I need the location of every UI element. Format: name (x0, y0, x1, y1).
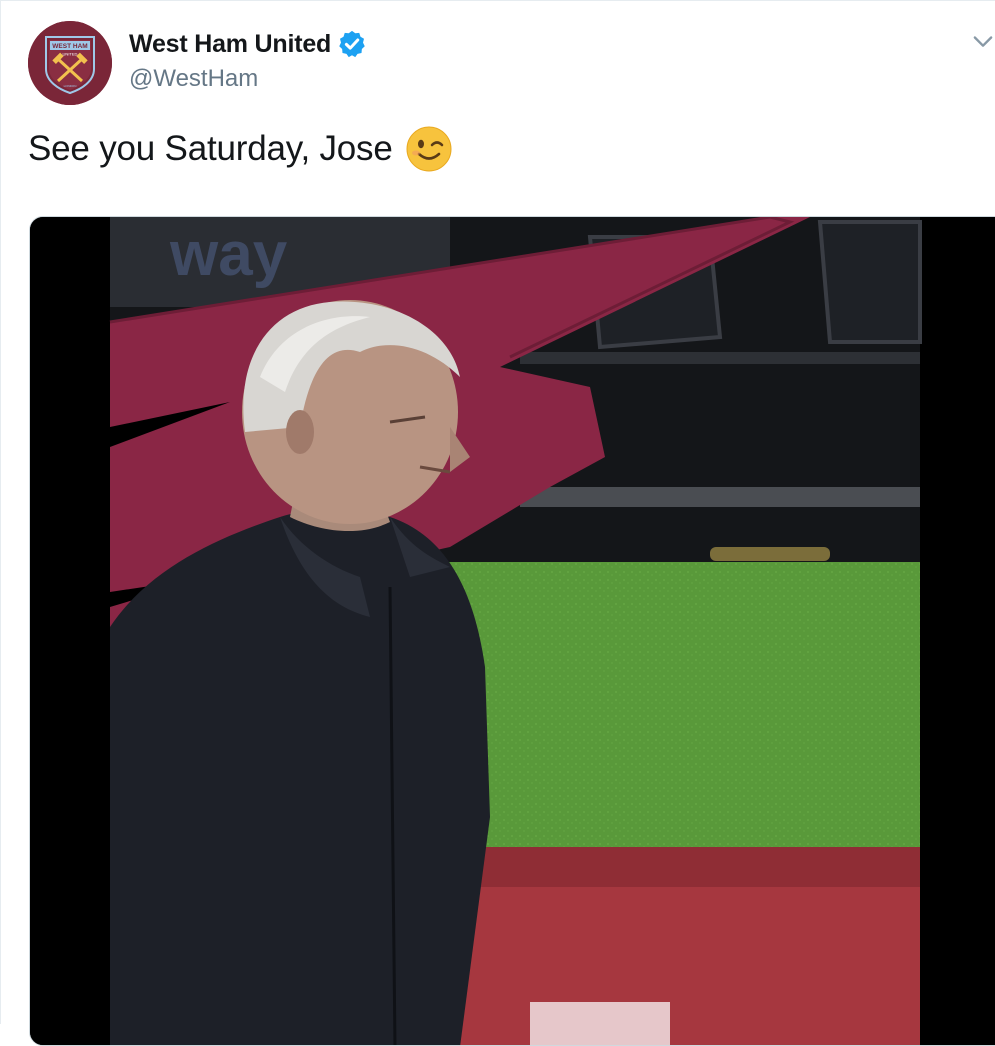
author-name-row: West Ham United (129, 29, 367, 59)
display-name[interactable]: West Ham United (129, 30, 331, 59)
user-handle[interactable]: @WestHam (129, 65, 258, 93)
video-frame-image: way (30, 217, 995, 1045)
tweet-text: See you Saturday, Jose (28, 125, 453, 173)
tweet-text-content: See you Saturday, Jose (28, 129, 393, 168)
advertising-board-text: way (169, 220, 288, 289)
avatar[interactable]: WEST HAM UNITED LONDON (28, 21, 112, 105)
chevron-down-icon[interactable] (969, 27, 995, 55)
crest-text-bottom: LONDON (64, 84, 77, 88)
video-thumbnail[interactable]: way (29, 216, 995, 1046)
verified-badge-icon (339, 30, 365, 58)
tweet-card: WEST HAM UNITED LONDON West Ham United @… (0, 0, 995, 1046)
west-ham-crest-icon: WEST HAM UNITED LONDON (28, 21, 112, 105)
winking-face-emoji (406, 126, 452, 172)
crest-text-top: WEST HAM (52, 43, 87, 50)
crest-text-mid: UNITED (63, 52, 78, 57)
